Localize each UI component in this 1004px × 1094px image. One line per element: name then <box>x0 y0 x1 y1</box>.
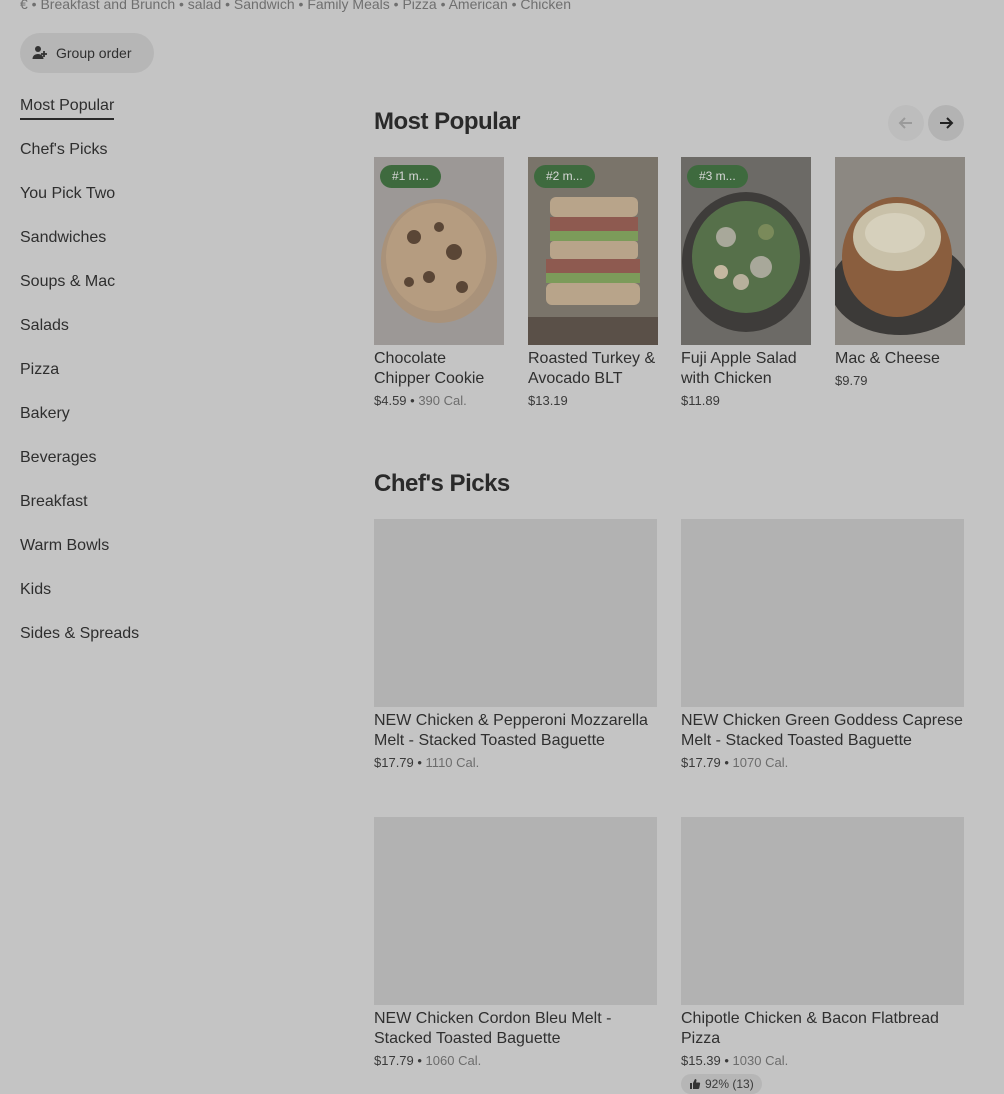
item-price: $17.79 <box>374 755 414 770</box>
sidebar-item-chefs-picks[interactable]: Chef's Picks <box>20 138 320 182</box>
carousel-next-button[interactable] <box>928 105 964 141</box>
chefs-pick-card[interactable]: NEW Chicken Green Goddess Caprese Melt -… <box>681 519 964 770</box>
item-calories: 1110 Cal. <box>425 755 480 770</box>
group-order-button[interactable]: Group order <box>20 33 154 73</box>
sidebar-item-most-popular[interactable]: Most Popular <box>20 94 320 138</box>
sidebar-item-pizza[interactable]: Pizza <box>20 358 320 402</box>
chefs-pick-card[interactable]: NEW Chicken Cordon Bleu Melt - Stacked T… <box>374 817 657 1068</box>
item-price-row: $11.89 <box>681 393 811 408</box>
popular-item-card[interactable]: #1 m... Chocolate Chipper Cookie $4.59 •… <box>374 157 504 408</box>
item-price: $4.59 <box>374 393 407 408</box>
most-popular-heading: Most Popular <box>374 108 521 135</box>
thumbs-up-icon <box>690 1079 701 1089</box>
sidebar-item-breakfast[interactable]: Breakfast <box>20 490 320 534</box>
item-price-row: $4.59 • 390 Cal. <box>374 393 467 408</box>
item-image <box>835 157 965 345</box>
item-name: NEW Chicken & Pepperoni Mozzarella Melt … <box>374 712 648 749</box>
popular-item-card[interactable]: #3 m... Fuji Apple Salad with Chicken $1… <box>681 157 811 408</box>
chefs-picks-heading: Chef's Picks <box>374 470 510 497</box>
sidebar-item-sandwiches[interactable]: Sandwiches <box>20 226 320 270</box>
item-price-row: $13.19 <box>528 393 658 408</box>
arrow-right-icon <box>940 117 954 129</box>
item-calories: 390 Cal. <box>418 393 467 408</box>
group-order-label: Group order <box>56 45 132 61</box>
item-image <box>681 817 964 1005</box>
arrow-left-icon <box>898 117 912 129</box>
item-image: #2 m... <box>528 157 658 345</box>
item-price: $15.39 <box>681 1053 721 1068</box>
item-image <box>374 817 657 1005</box>
item-image <box>681 519 964 707</box>
item-price: $13.19 <box>528 393 568 408</box>
rating-badge: 92% (13) <box>681 1074 762 1094</box>
item-name: NEW Chicken Green Goddess Caprese Melt -… <box>681 712 963 749</box>
item-calories: 1030 Cal. <box>732 1053 789 1068</box>
item-calories: 1070 Cal. <box>732 755 789 770</box>
cuisine-tags: € • Breakfast and Brunch • salad • Sandw… <box>20 0 571 12</box>
item-price: $9.79 <box>835 373 868 388</box>
item-name: Chipotle Chicken & Bacon Flatbread Pizza <box>681 1010 939 1047</box>
sidebar-item-beverages[interactable]: Beverages <box>20 446 320 490</box>
sidebar-item-kids[interactable]: Kids <box>20 578 320 622</box>
popular-item-card[interactable]: Mac & Cheese $9.79 <box>835 157 965 388</box>
item-image: #3 m... <box>681 157 811 345</box>
item-price-row: $15.39 • 1030 Cal. <box>681 1053 789 1068</box>
chefs-pick-card[interactable]: NEW Chicken & Pepperoni Mozzarella Melt … <box>374 519 657 770</box>
item-calories: 1060 Cal. <box>425 1053 482 1068</box>
rank-badge: #1 m... <box>380 165 441 188</box>
sidebar-item-soups-mac[interactable]: Soups & Mac <box>20 270 320 314</box>
carousel-prev-button[interactable] <box>888 105 924 141</box>
person-add-icon <box>32 44 48 63</box>
rank-badge: #3 m... <box>687 165 748 188</box>
menu-category-nav: Most Popular Chef's Picks You Pick Two S… <box>20 94 320 666</box>
item-price-row: $17.79 • 1070 Cal. <box>681 755 789 770</box>
item-image: #1 m... <box>374 157 504 345</box>
item-price: $11.89 <box>681 393 720 408</box>
item-price-row: $17.79 • 1110 Cal. <box>374 755 480 770</box>
sidebar-item-you-pick-two[interactable]: You Pick Two <box>20 182 320 226</box>
rank-badge: #2 m... <box>534 165 595 188</box>
sidebar-item-warm-bowls[interactable]: Warm Bowls <box>20 534 320 578</box>
item-price: $17.79 <box>681 755 721 770</box>
item-name: Roasted Turkey & Avocado BLT <box>528 350 656 387</box>
item-name: Fuji Apple Salad with Chicken <box>681 350 797 387</box>
item-name: Mac & Cheese <box>835 350 940 367</box>
chefs-pick-card[interactable]: Chipotle Chicken & Bacon Flatbread Pizza… <box>681 817 964 1094</box>
store-page: € • Breakfast and Brunch • salad • Sandw… <box>0 0 1004 1094</box>
item-price-row: $17.79 • 1060 Cal. <box>374 1053 482 1068</box>
rating-text: 92% (13) <box>705 1077 754 1091</box>
item-price-row: $9.79 <box>835 373 965 388</box>
item-price: $17.79 <box>374 1053 414 1068</box>
sidebar-item-sides-spreads[interactable]: Sides & Spreads <box>20 622 320 666</box>
popular-item-card[interactable]: #2 m... Roasted Turkey & Avocado BLT $13… <box>528 157 658 408</box>
item-name: Chocolate Chipper Cookie <box>374 350 485 387</box>
item-image <box>374 519 657 707</box>
sidebar-item-bakery[interactable]: Bakery <box>20 402 320 446</box>
item-name: NEW Chicken Cordon Bleu Melt - Stacked T… <box>374 1010 612 1047</box>
sidebar-item-salads[interactable]: Salads <box>20 314 320 358</box>
